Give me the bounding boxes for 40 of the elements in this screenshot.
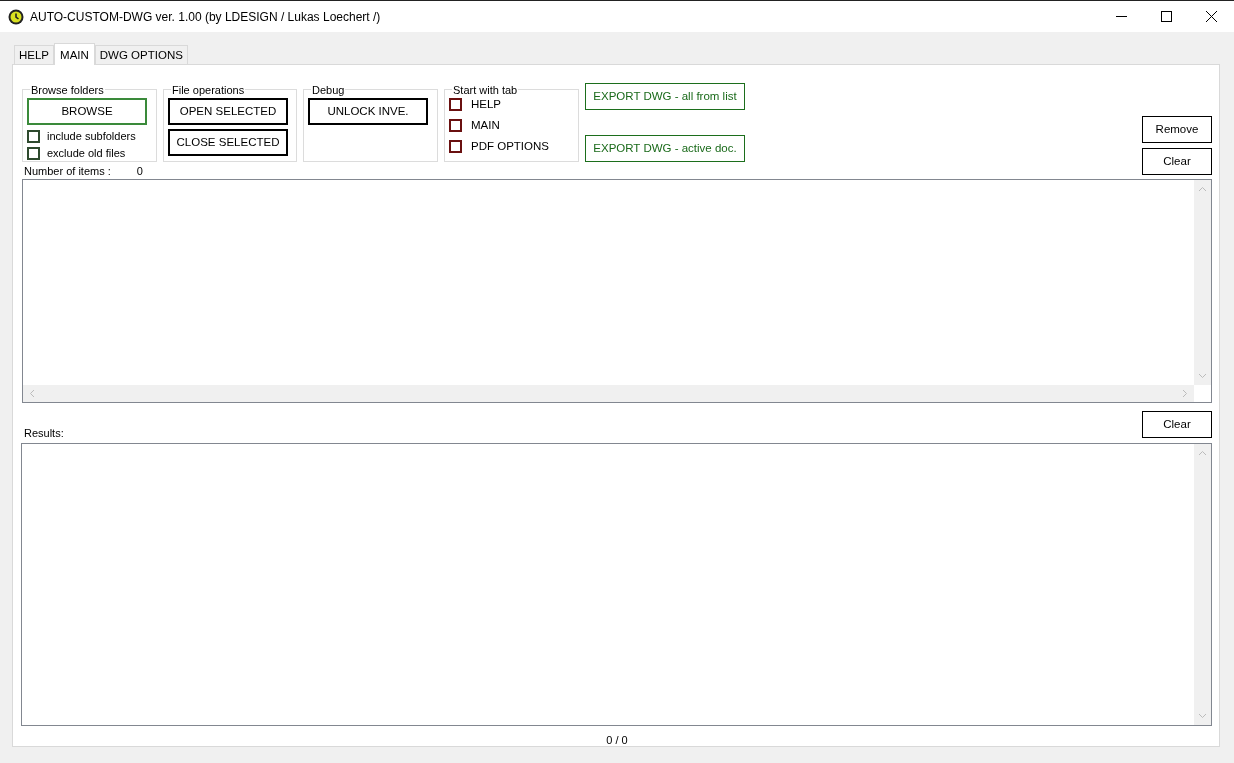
- count-value: 0: [136, 164, 143, 177]
- checkbox[interactable]: MAIN: [449, 114, 574, 136]
- scroll-right-icon[interactable]: [1182, 389, 1188, 398]
- tab[interactable]: MAIN: [54, 43, 95, 65]
- checkbox[interactable]: include subfolders: [27, 127, 152, 145]
- checkbox[interactable]: exclude old files: [27, 144, 152, 162]
- count-label: Number of items :: [24, 164, 111, 177]
- group-title: File operations: [171, 83, 246, 96]
- list-button[interactable]: Clear: [1142, 147, 1212, 175]
- group-title: Start with tab: [452, 83, 519, 96]
- scroll-up-icon[interactable]: [1198, 449, 1207, 456]
- export-button[interactable]: EXPORT DWG - all from list: [585, 82, 745, 110]
- window-title: AUTO-CUSTOM-DWG ver. 1.00 (by LDESIGN / Lukas Loechert /): [30, 9, 381, 24]
- group-title: Debug: [311, 83, 346, 96]
- unlock-button[interactable]: UNLOCK INVE.: [308, 97, 428, 125]
- group-title: Browse folders: [30, 83, 105, 96]
- vertical-scrollbar[interactable]: [1194, 179, 1211, 385]
- list-button[interactable]: Remove: [1142, 115, 1212, 143]
- export-button[interactable]: EXPORT DWG - active doc.: [585, 134, 745, 162]
- app-icon: [8, 8, 24, 25]
- clear-button[interactable]: Clear: [1142, 410, 1212, 438]
- results-label: Results:: [24, 426, 64, 439]
- tab[interactable]: HELP: [14, 45, 55, 64]
- file-button[interactable]: CLOSE SELECTED: [168, 128, 288, 156]
- tab[interactable]: DWG OPTIONS: [94, 45, 188, 64]
- scroll-up-icon[interactable]: [1198, 185, 1207, 192]
- checkbox[interactable]: PDF OPTIONS: [449, 135, 574, 157]
- maximize-icon[interactable]: [1161, 11, 1172, 22]
- file-button[interactable]: OPEN SELECTED: [168, 97, 288, 125]
- horizontal-scrollbar[interactable]: [23, 385, 1194, 402]
- results-box[interactable]: [21, 442, 1212, 726]
- vertical-scrollbar[interactable]: [1194, 443, 1211, 725]
- scroll-left-icon[interactable]: [29, 389, 35, 398]
- file-list[interactable]: [22, 178, 1212, 403]
- progress-counter: 0 / 0: [606, 734, 628, 746]
- browse-button[interactable]: BROWSE: [27, 97, 147, 125]
- checkbox[interactable]: HELP: [449, 93, 574, 115]
- close-icon[interactable]: [1206, 11, 1217, 22]
- scroll-down-icon[interactable]: [1198, 713, 1207, 719]
- scroll-down-icon[interactable]: [1198, 373, 1207, 379]
